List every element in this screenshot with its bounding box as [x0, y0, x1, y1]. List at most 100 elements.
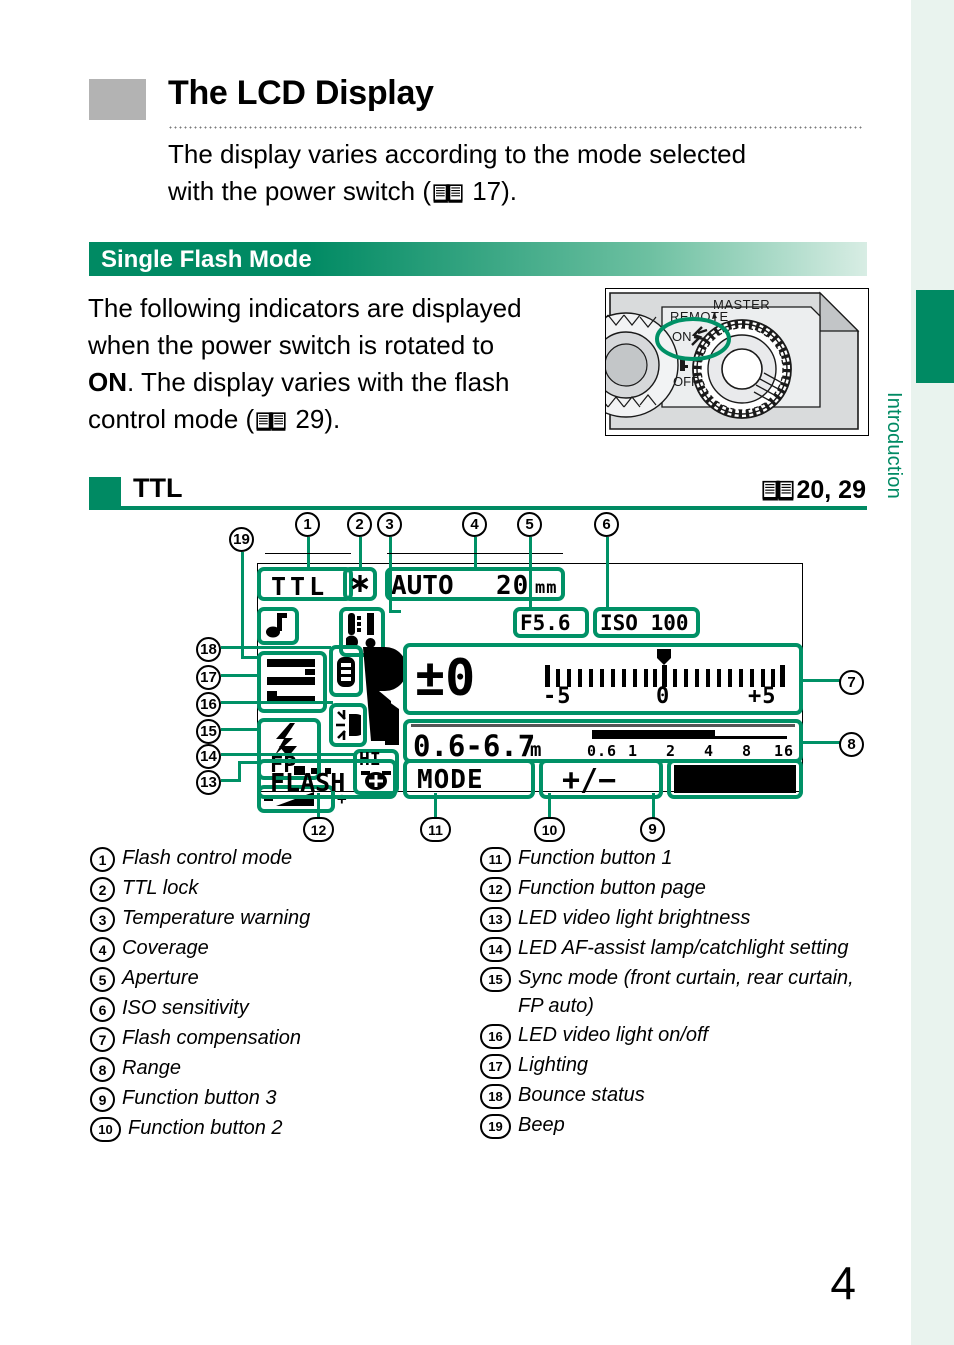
range-unit: m	[530, 739, 543, 761]
body-line-2: when the power switch is rotated to	[88, 330, 495, 360]
beep-icon	[266, 612, 290, 640]
leader-8	[801, 741, 841, 744]
legend-item-label: Sync mode (front curtain, rear curtain,	[518, 967, 854, 989]
legend-item: 4 Coverage	[90, 936, 480, 962]
leader-7	[801, 679, 841, 682]
compensation-scale-mid: 0	[656, 684, 671, 709]
body-paragraph: The following indicators are displayed w…	[88, 290, 593, 442]
callout-1: 1	[295, 512, 320, 537]
legend-item-label: Function button page	[518, 877, 706, 899]
callout-18: 18	[196, 637, 221, 662]
body-line-1: The following indicators are displayed	[88, 293, 522, 323]
range-tick-5: 16	[774, 742, 795, 760]
legend-item-number: 16	[480, 1024, 511, 1049]
legend-item-number: 10	[90, 1117, 121, 1142]
legend-item-number: 19	[480, 1114, 511, 1139]
body-line-3: ON. The display varies with the flash	[88, 367, 510, 397]
leader-19b	[241, 656, 259, 659]
leader-11	[434, 793, 437, 819]
legend-item-label: TTL lock	[122, 877, 199, 899]
page-title: The LCD Display	[168, 74, 434, 112]
legend-item-number: 5	[90, 967, 115, 992]
bracket-1	[265, 553, 351, 554]
book-icon	[433, 177, 463, 214]
subheader-rule	[89, 506, 867, 510]
title-dotted-rule	[168, 126, 864, 129]
callout-13: 13	[196, 770, 221, 795]
legend-column-left: 1 Flash control mode 2 TTL lock 3 Temperature…	[90, 846, 480, 1146]
leader-13b	[238, 761, 241, 781]
callout-10: 10	[534, 817, 565, 842]
leader-12	[317, 793, 320, 819]
lighting-icon	[265, 657, 319, 707]
page-number: 4	[830, 1257, 856, 1309]
bounce-status-icon	[336, 655, 356, 689]
legend-item: 5 Aperture	[90, 966, 480, 992]
flash-compensation-scale	[545, 649, 785, 689]
legend-item-number: 18	[480, 1084, 511, 1109]
callout-16: 16	[196, 692, 221, 717]
leader-3b	[389, 610, 401, 613]
legend-item-label: Beep	[518, 1114, 565, 1136]
callout-17: 17	[196, 665, 221, 690]
leader-3	[389, 537, 392, 612]
coverage-unit: mm	[535, 578, 558, 598]
callout-8: 8	[839, 732, 864, 757]
aperture-value: F5.6	[520, 611, 571, 635]
legend-item: 6 ISO sensitivity	[90, 996, 480, 1022]
sidebar-tab-label: Introduction	[883, 392, 905, 499]
callout-4: 4	[462, 512, 487, 537]
svg-text:ON: ON	[672, 329, 692, 344]
legend-item-label: Aperture	[122, 967, 199, 989]
callout-5: 5	[517, 512, 542, 537]
legend-item-number: 3	[90, 907, 115, 932]
leader-13c	[238, 761, 260, 764]
legend-item-label: LED video light on/off	[518, 1024, 709, 1046]
legend-item-label: Flash compensation	[122, 1027, 301, 1049]
leader-17	[221, 674, 261, 677]
leader-19	[241, 552, 244, 659]
book-icon	[256, 405, 286, 442]
sidebar-tab-rail	[911, 0, 954, 1345]
intro-line-2: with the power switch ( 17).	[168, 173, 866, 214]
function-button-3-fill	[674, 765, 796, 793]
body-on-keyword: ON	[88, 367, 127, 397]
legend-item-label: Temperature warning	[122, 907, 311, 929]
legend-item-label: Bounce status	[518, 1084, 645, 1106]
legend-item: 16 LED video light on/off	[480, 1023, 880, 1049]
leader-9	[652, 793, 655, 819]
coverage-auto-label: AUTO	[391, 571, 454, 601]
legend-item-number: 13	[480, 907, 511, 932]
range-top-rule	[411, 724, 795, 727]
leader-10	[548, 793, 551, 819]
range-tick-0: 0.6	[587, 742, 618, 760]
subheader-label: TTL	[133, 473, 183, 503]
legend-item-label: Range	[122, 1057, 181, 1079]
flash-control-mode-value: TTL	[271, 572, 329, 601]
legend-item: 8 Range	[90, 1056, 480, 1082]
legend-item-number: 8	[90, 1057, 115, 1082]
body-line-4: control mode ( 29).	[88, 401, 593, 442]
legend-item-label: Flash control mode	[122, 847, 293, 869]
ttl-lock-icon	[350, 573, 370, 594]
callout-11: 11	[420, 817, 451, 842]
leader-6	[606, 537, 609, 609]
legend-item-label: Function button 3	[122, 1087, 277, 1109]
legend-item: 12 Function button page	[480, 876, 880, 902]
callout-14: 14	[196, 744, 221, 769]
legend-item: 14 LED AF-assist lamp/catchlight setting	[480, 936, 880, 962]
section-band-label: Single Flash Mode	[101, 246, 312, 273]
legend-item-label: Lighting	[518, 1054, 589, 1076]
coverage-value: 20	[496, 571, 530, 601]
legend-item-number: 7	[90, 1027, 115, 1052]
svg-text:OFF: OFF	[673, 374, 699, 389]
legend-item-number: 11	[480, 847, 511, 872]
range-tick-4: 8	[742, 742, 753, 760]
legend-item-number: 17	[480, 1054, 511, 1079]
legend-item: 2 TTL lock	[90, 876, 480, 902]
function-button-page-label: FLASH	[270, 768, 346, 797]
lcd-display-figure: TTL AUTO 20 mm F5.6 ISO 100 FP HI + ±0 -…	[89, 512, 867, 842]
legend-item-number: 14	[480, 937, 511, 962]
legend-item-number: 1	[90, 847, 115, 872]
leader-14	[221, 753, 357, 756]
